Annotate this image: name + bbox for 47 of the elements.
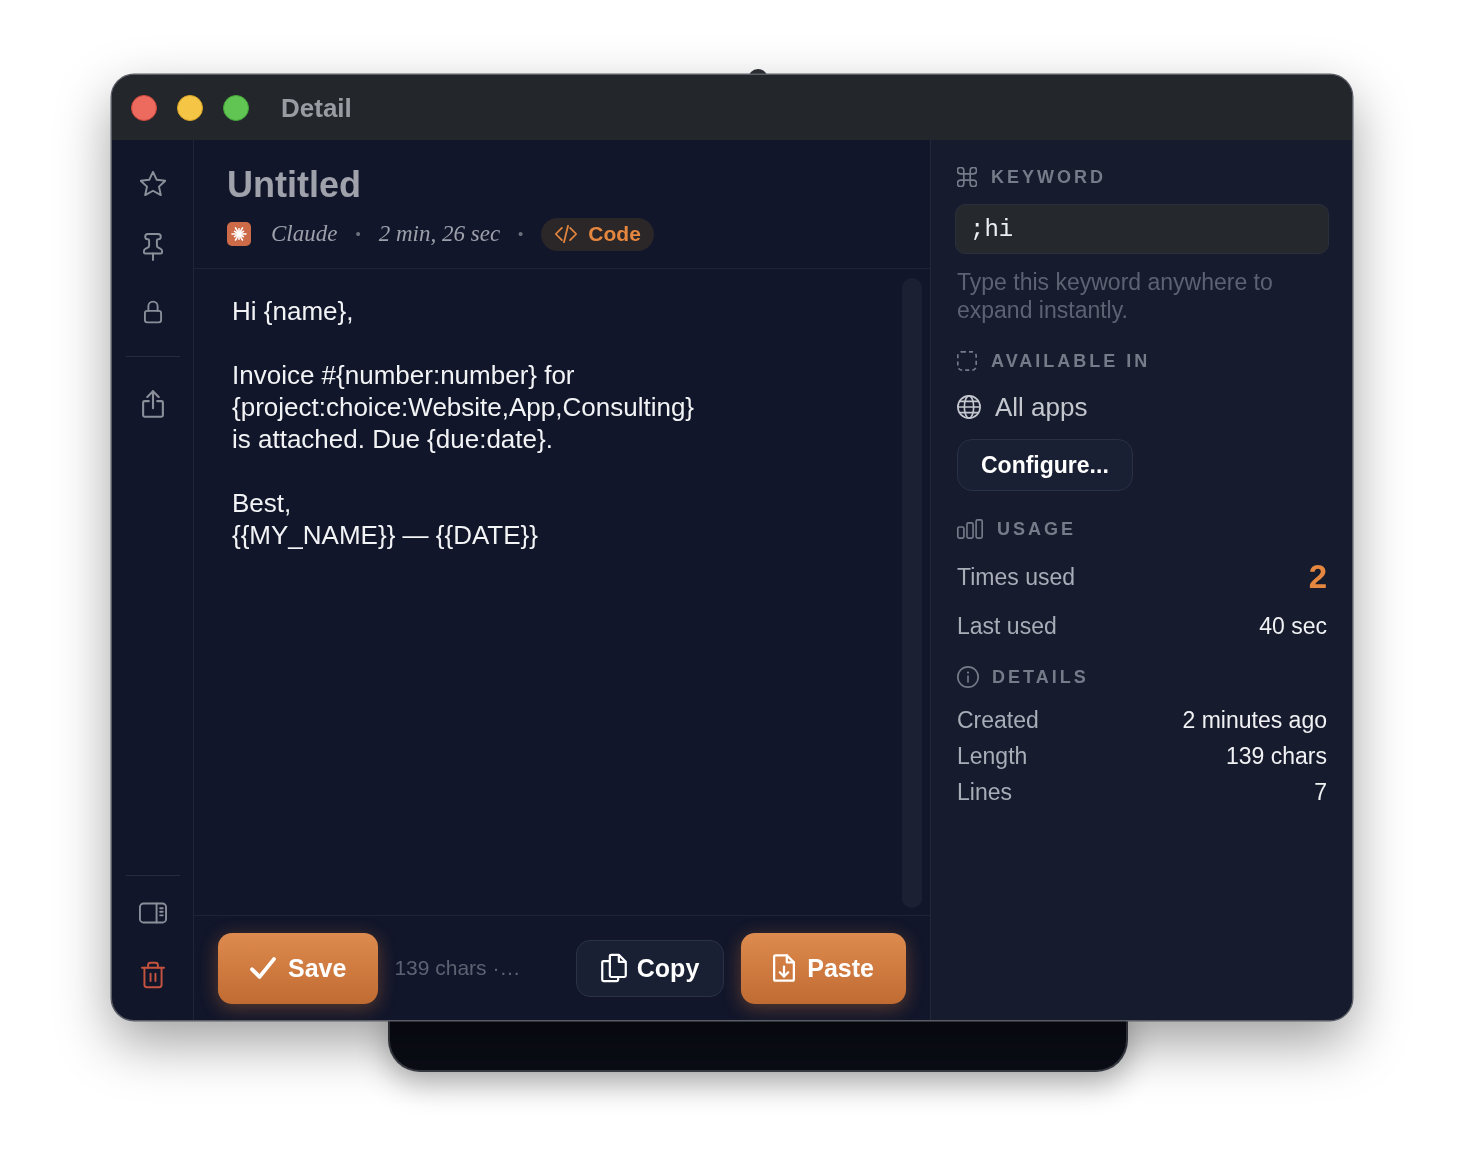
zoom-button[interactable]	[223, 94, 249, 121]
status-text: 139 chars ·…	[394, 955, 521, 981]
section-heading: KEYWORD	[991, 166, 1106, 188]
hint-text: Type this keyword anywhere to expand instantly.	[957, 268, 1274, 324]
sidebar-panel-icon[interactable]	[138, 902, 167, 924]
pin-icon[interactable]	[141, 233, 164, 261]
usage-label: Last used	[957, 612, 1057, 640]
check-icon	[250, 956, 276, 980]
code-icon	[554, 225, 579, 243]
type-label: Code	[588, 221, 641, 247]
configure-button[interactable]: Configure...	[957, 439, 1133, 491]
close-button[interactable]	[131, 94, 157, 121]
detail-value: 2 minutes ago	[1182, 706, 1327, 734]
window-title: Detail	[281, 91, 352, 124]
usage-label: Times used	[957, 563, 1076, 591]
detail-value: 7	[1314, 778, 1327, 806]
section-heading: DETAILS	[992, 666, 1089, 688]
app-name: Claude	[271, 220, 338, 248]
document-download-icon	[773, 954, 796, 982]
command-icon	[957, 167, 977, 187]
section-heading: AVAILABLE IN	[991, 350, 1151, 372]
minimize-button[interactable]	[177, 94, 203, 121]
detail-label: Length	[957, 742, 1028, 770]
detail-value: 139 chars	[1226, 742, 1327, 770]
copy-icon	[600, 953, 627, 983]
info-icon	[957, 666, 979, 688]
copy-button[interactable]: Copy	[575, 939, 725, 997]
star-icon[interactable]	[139, 171, 166, 197]
apps-label: All apps	[995, 391, 1088, 423]
detail-label: Created	[957, 706, 1039, 734]
keyword-field[interactable]: ;hi	[955, 204, 1329, 254]
trash-icon[interactable]	[140, 961, 165, 989]
globe-icon	[957, 395, 981, 419]
usage-value: 2	[1308, 558, 1327, 596]
usage-value: 40 sec	[1259, 612, 1327, 640]
snippet-title: Untitled	[227, 163, 361, 207]
separator-dot: •	[355, 224, 361, 244]
share-icon[interactable]	[141, 390, 164, 418]
detail-label: Lines	[957, 778, 1012, 806]
editor-text[interactable]: Hi {name}, Invoice #{number:number} for {project:choice:Website,App,Consulting} is attached. Due {due:date}. Best, {{MY_NAME}} — {{DATE}}	[232, 295, 695, 551]
duration-text: 2 min, 26 sec	[378, 220, 501, 248]
separator-dot: •	[518, 224, 524, 244]
section-heading: USAGE	[997, 518, 1076, 540]
bar-chart-icon	[957, 519, 983, 539]
app-logo-icon	[227, 222, 251, 246]
lock-icon[interactable]	[143, 300, 162, 324]
dashed-square-icon	[957, 351, 977, 371]
